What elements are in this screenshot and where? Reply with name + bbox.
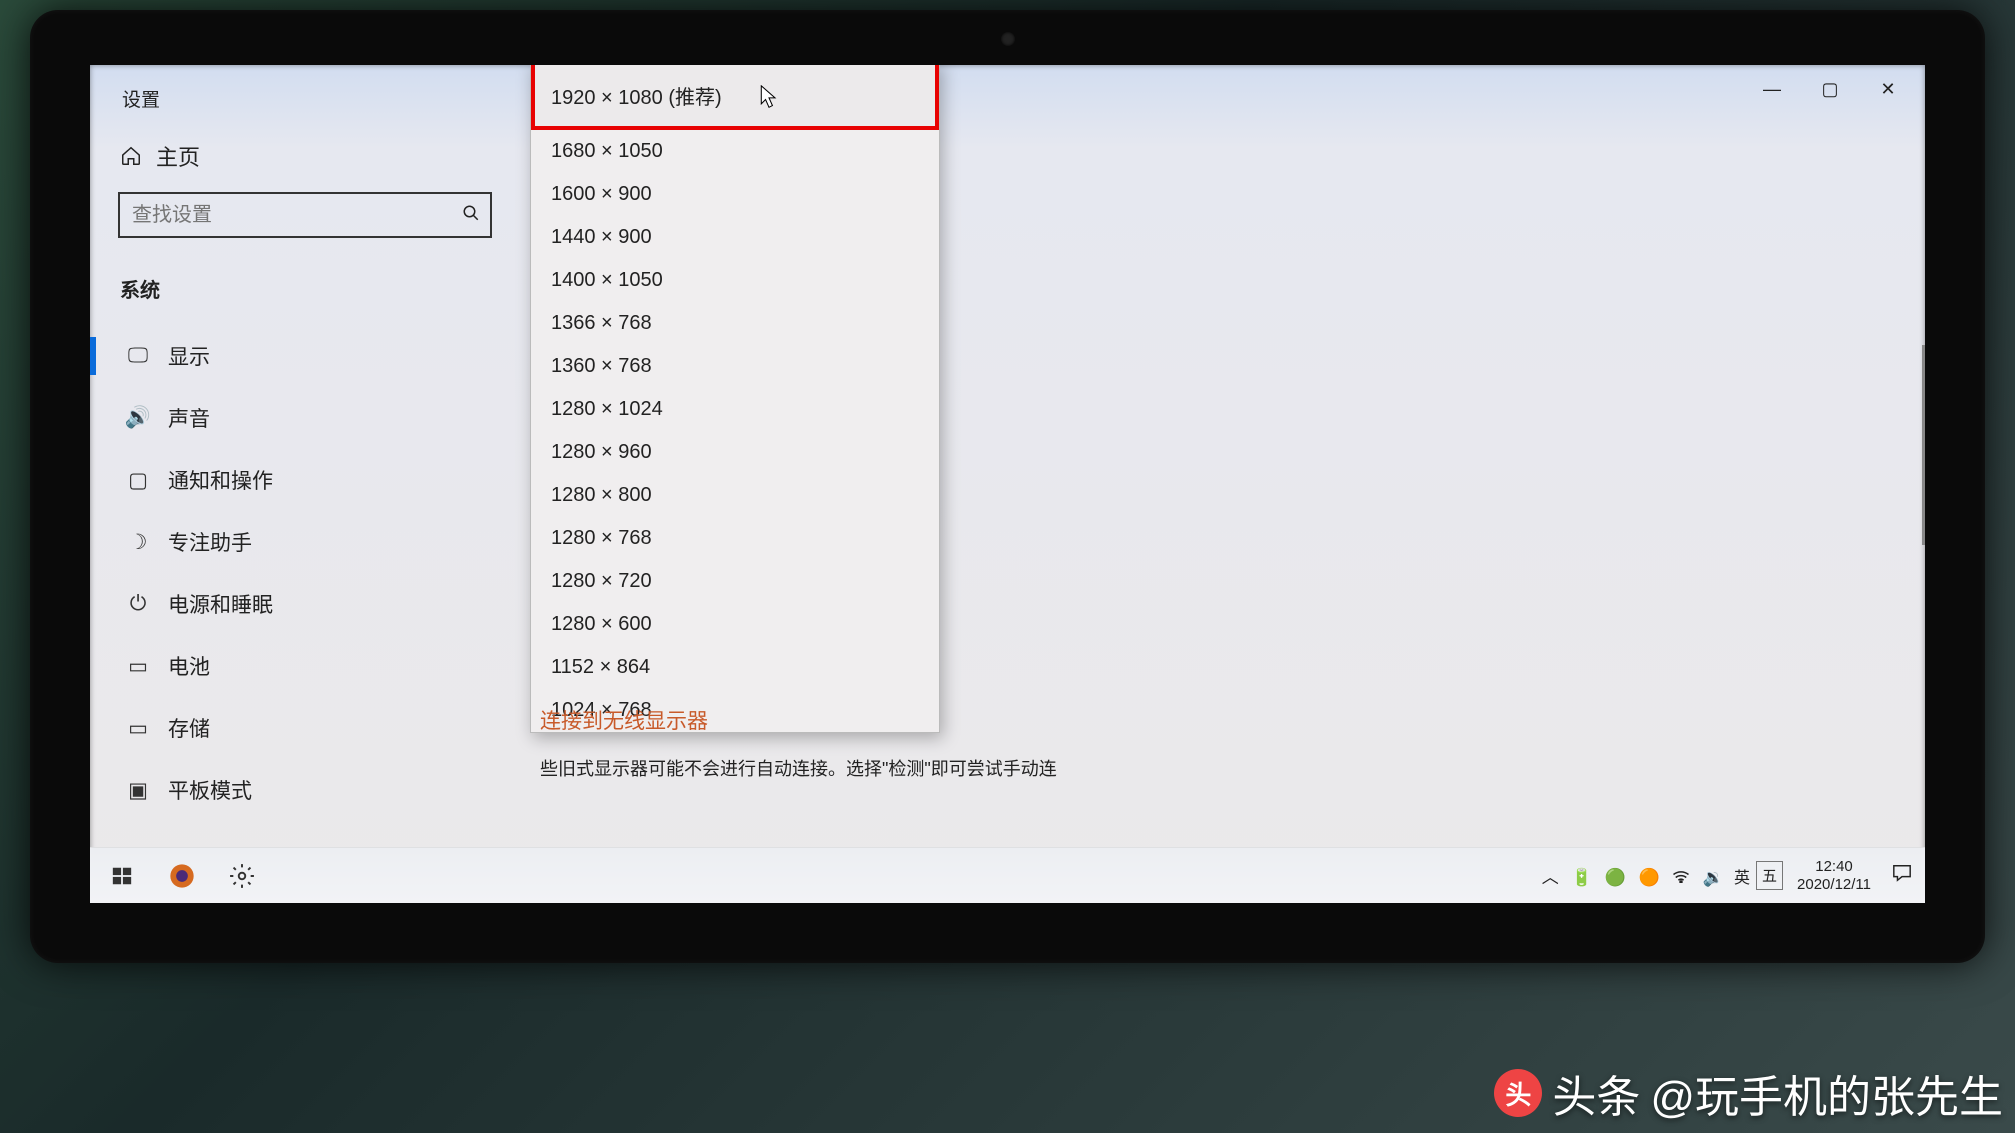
nav-icon: 🔊	[126, 406, 150, 430]
resolution-option[interactable]: 1152 × 864	[531, 646, 939, 689]
home-button[interactable]: 主页	[120, 140, 492, 172]
resolution-option[interactable]: 1600 × 900	[531, 173, 939, 216]
settings-window: 设置 主页 系统 🖵 显示 🔊 声音 ▢ 通知和操作 ☽ 专注助手 ⏻ 电源和睡眠 ▭ 电池 ▭ 存储 ▣ 平…	[90, 65, 1925, 847]
resolution-option[interactable]: 1280 × 600	[531, 603, 939, 646]
sidebar-item-通知和操作[interactable]: ▢ 通知和操作	[116, 449, 492, 511]
nav-label: 电池	[168, 651, 210, 681]
home-icon	[120, 145, 142, 167]
sidebar-item-平板模式[interactable]: ▣ 平板模式	[116, 759, 492, 821]
laptop-bezel: 设置 主页 系统 🖵 显示 🔊 声音 ▢ 通知和操作 ☽ 专注助手 ⏻ 电源和睡眠 ▭ 电池 ▭ 存储 ▣ 平…	[30, 10, 1985, 963]
content-scrollbar[interactable]	[1922, 345, 1925, 545]
settings-sidebar: 设置 主页 系统 🖵 显示 🔊 声音 ▢ 通知和操作 ☽ 专注助手 ⏻ 电源和睡眠 ▭ 电池 ▭ 存储 ▣ 平…	[90, 65, 520, 847]
minimize-button[interactable]: —	[1743, 69, 1801, 109]
ime-language[interactable]: 英	[1734, 864, 1750, 888]
window-controls: — ▢ ✕	[1743, 69, 1917, 109]
section-label: 系统	[120, 274, 492, 303]
taskbar-clock[interactable]: 12:40 2020/12/11	[1797, 858, 1871, 893]
home-label: 主页	[156, 140, 200, 172]
dropdown-scrollbar[interactable]	[924, 67, 938, 726]
wifi-icon[interactable]	[1672, 868, 1695, 887]
sidebar-item-存储[interactable]: ▭ 存储	[116, 697, 492, 759]
screen: 设置 主页 系统 🖵 显示 🔊 声音 ▢ 通知和操作 ☽ 专注助手 ⏻ 电源和睡眠 ▭ 电池 ▭ 存储 ▣ 平…	[90, 65, 1925, 903]
taskbar-left	[96, 852, 268, 900]
firefox-taskbar-icon[interactable]	[156, 852, 208, 900]
resolution-option[interactable]: 1680 × 1050	[531, 130, 939, 173]
watermark: 头 头条 @玩手机的张先生	[1494, 1061, 2003, 1125]
nav-label: 电源和睡眠	[168, 589, 273, 619]
resolution-option[interactable]: 1280 × 1024	[531, 388, 939, 431]
battery-icon[interactable]: 🔋	[1571, 868, 1592, 887]
sidebar-item-显示[interactable]: 🖵 显示	[116, 325, 492, 387]
nav-label: 显示	[168, 341, 210, 371]
tray-icons[interactable]: ︿ 🔋 🟢 🟠 🔉	[1538, 863, 1728, 888]
nav-label: 专注助手	[168, 527, 252, 557]
nav-icon: ▭	[126, 716, 150, 741]
sidebar-item-专注助手[interactable]: ☽ 专注助手	[116, 511, 492, 573]
window-title: 设置	[118, 85, 492, 140]
nav-icon: ⏻	[126, 592, 150, 616]
resolution-option[interactable]: 1360 × 768	[531, 345, 939, 388]
ime-mode[interactable]: 五	[1756, 861, 1783, 890]
nav-icon: ▭	[126, 654, 150, 679]
nav-label: 平板模式	[168, 775, 252, 805]
nav-list: 🖵 显示 🔊 声音 ▢ 通知和操作 ☽ 专注助手 ⏻ 电源和睡眠 ▭ 电池 ▭ 存储 ▣ 平板模式	[118, 325, 492, 821]
close-button[interactable]: ✕	[1859, 69, 1917, 109]
resolution-option[interactable]: 1280 × 768	[531, 517, 939, 560]
nav-icon: ▣	[126, 778, 150, 803]
resolution-option[interactable]: 1440 × 900	[531, 216, 939, 259]
nav-icon: ☽	[126, 530, 150, 555]
start-button[interactable]	[96, 852, 148, 900]
nav-icon: ▢	[126, 468, 150, 493]
watermark-author: @玩手机的张先生	[1650, 1061, 2003, 1125]
settings-content: — ▢ ✕ 1920 × 1080 (推荐)1680 × 10501600 × …	[520, 65, 1925, 847]
sidebar-item-电源和睡眠[interactable]: ⏻ 电源和睡眠	[116, 573, 492, 635]
resolution-dropdown[interactable]: 1920 × 1080 (推荐)1680 × 10501600 × 900144…	[530, 65, 940, 733]
nav-label: 通知和操作	[168, 465, 273, 495]
resolution-option[interactable]: 1280 × 960	[531, 431, 939, 474]
resolution-option[interactable]: 1400 × 1050	[531, 259, 939, 302]
nav-label: 存储	[168, 713, 210, 743]
resolution-option[interactable]: 1280 × 720	[531, 560, 939, 603]
camera	[1001, 32, 1015, 46]
search-input[interactable]	[132, 204, 462, 227]
tray-app2-icon[interactable]: 🟠	[1638, 868, 1659, 887]
clock-date: 2020/12/11	[1797, 876, 1871, 893]
clock-time: 12:40	[1797, 858, 1871, 875]
search-box[interactable]	[118, 192, 492, 238]
watermark-brand: 头条	[1552, 1061, 1640, 1125]
maximize-button[interactable]: ▢	[1801, 69, 1859, 109]
sidebar-item-声音[interactable]: 🔊 声音	[116, 387, 492, 449]
nav-label: 声音	[168, 403, 210, 433]
cutoff-text: 些旧式显示器可能不会进行自动连接。选择"检测"即可尝试手动连	[540, 755, 1180, 781]
taskbar-right: ︿ 🔋 🟢 🟠 🔉 英 五 12:40 2020/12/11	[1538, 858, 1919, 893]
taskbar: ︿ 🔋 🟢 🟠 🔉 英 五 12:40 2020/12/11	[90, 847, 1925, 903]
resolution-option[interactable]: 1366 × 768	[531, 302, 939, 345]
settings-taskbar-icon[interactable]	[216, 852, 268, 900]
notification-icon[interactable]	[1891, 863, 1913, 889]
resolution-option[interactable]: 1280 × 800	[531, 474, 939, 517]
nav-icon: 🖵	[126, 344, 150, 368]
tray-up-icon[interactable]: ︿	[1542, 868, 1559, 887]
watermark-logo-icon: 头	[1494, 1069, 1542, 1117]
sidebar-item-电池[interactable]: ▭ 电池	[116, 635, 492, 697]
resolution-option[interactable]: 1920 × 1080 (推荐)	[531, 65, 939, 130]
search-icon	[462, 204, 480, 227]
wireless-display-link[interactable]: 连接到无线显示器	[540, 705, 708, 735]
volume-icon[interactable]: 🔉	[1703, 868, 1724, 887]
tray-app-icon[interactable]: 🟢	[1605, 868, 1626, 887]
